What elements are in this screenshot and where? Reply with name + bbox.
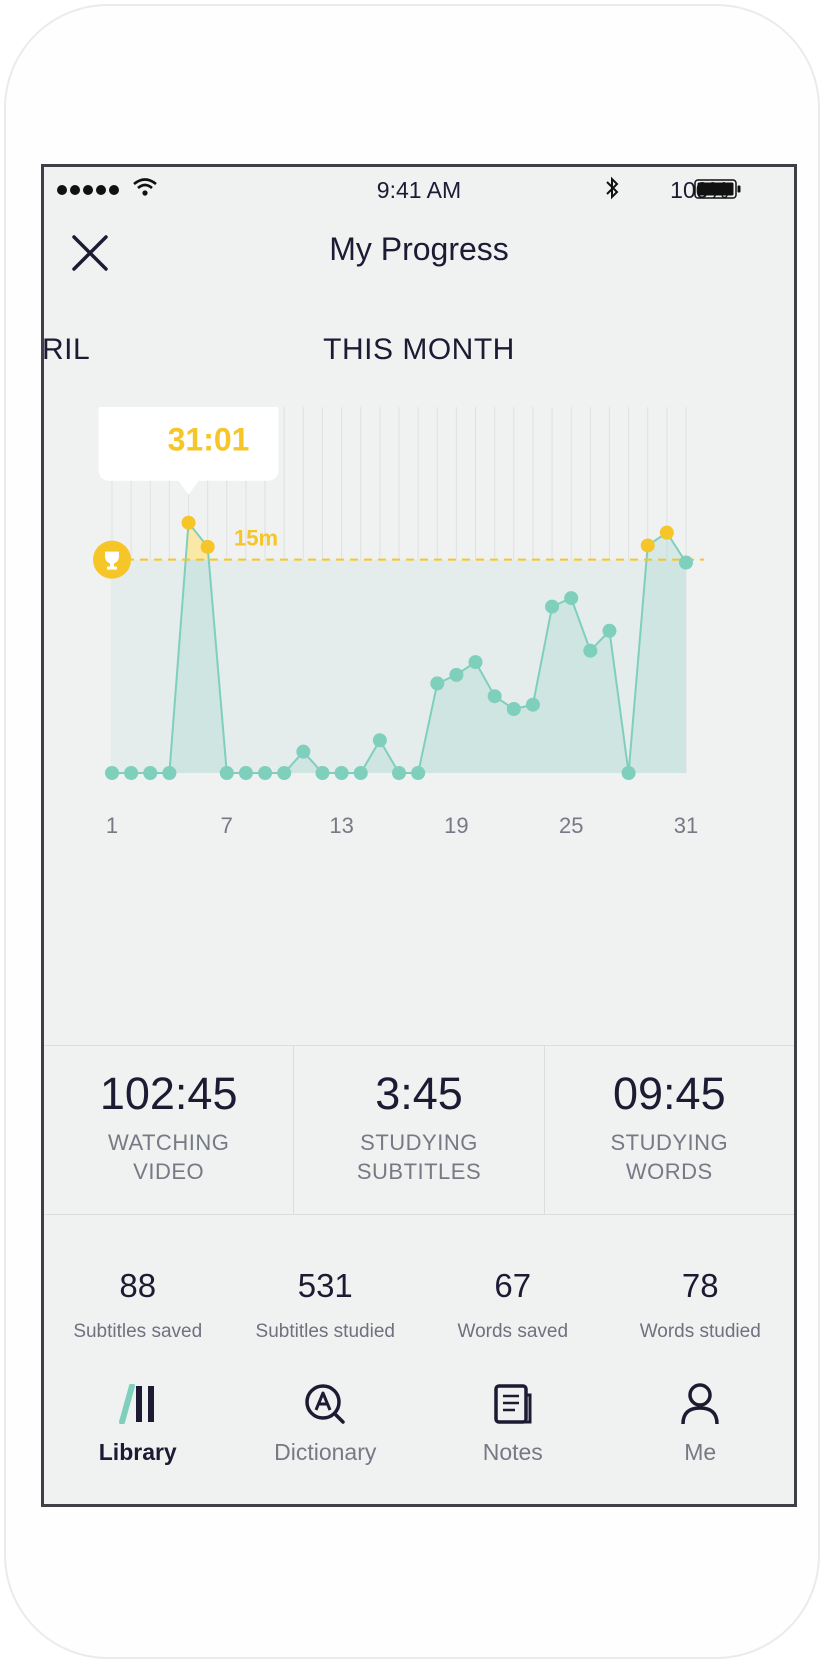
data-point bbox=[430, 676, 445, 691]
stat-label: STUDYING bbox=[360, 1130, 478, 1155]
data-point bbox=[583, 643, 598, 658]
stat-label: VIDEO bbox=[133, 1159, 205, 1184]
x-tick-label: 1 bbox=[106, 813, 118, 838]
dictionary-icon bbox=[240, 1379, 410, 1429]
stat-studying-words: 09:45 STUDYING WORDS bbox=[545, 1046, 794, 1214]
tab-label: Me bbox=[684, 1439, 717, 1465]
count-value: 531 bbox=[297, 1267, 353, 1304]
data-point bbox=[162, 766, 177, 780]
data-point bbox=[334, 766, 349, 780]
data-point bbox=[353, 766, 368, 780]
x-tick-label: 7 bbox=[221, 813, 233, 838]
data-point bbox=[621, 766, 636, 780]
progress-chart: 15m 31:01 1 7 13 19 25 31 bbox=[93, 407, 704, 838]
data-point bbox=[238, 766, 253, 780]
data-point bbox=[200, 539, 215, 554]
data-point bbox=[602, 623, 617, 638]
tab-label: Library bbox=[98, 1439, 177, 1465]
stat-label: STUDYING bbox=[610, 1130, 729, 1155]
data-point bbox=[679, 555, 693, 570]
tab-bar: Library Dictionary Notes Me bbox=[44, 1367, 794, 1487]
phone-frame: 9:41 AM 100% My Progress RIL THIS MONTH … bbox=[4, 4, 820, 1659]
count-label: Subtitles studied bbox=[255, 1321, 395, 1342]
stats-row: 102:45 WATCHING VIDEO 3:45 STUDYING SUBT… bbox=[44, 1045, 794, 1215]
data-point bbox=[640, 538, 655, 553]
stat-studying-subtitles: 3:45 STUDYING SUBTITLES bbox=[294, 1046, 545, 1214]
tab-notes[interactable]: Notes bbox=[428, 1367, 598, 1487]
count-subtitles-studied: 531 Subtitles studied bbox=[233, 1267, 418, 1343]
counts-row: 88 Subtitles saved 531 Subtitles studied… bbox=[44, 1267, 794, 1343]
data-point bbox=[506, 702, 521, 716]
tab-label: Notes bbox=[482, 1439, 543, 1465]
page-title: My Progress bbox=[329, 231, 509, 267]
data-point bbox=[392, 766, 406, 780]
tab-me[interactable]: Me bbox=[615, 1367, 785, 1487]
data-point bbox=[277, 766, 292, 780]
x-tick-label: 25 bbox=[559, 813, 583, 838]
period-current[interactable]: THIS MONTH bbox=[44, 333, 794, 367]
x-tick-label: 31 bbox=[674, 813, 698, 838]
data-point bbox=[105, 766, 119, 780]
stat-label: WATCHING bbox=[108, 1130, 230, 1155]
stat-label: SUBTITLES bbox=[356, 1159, 482, 1184]
count-value: 78 bbox=[681, 1267, 719, 1304]
data-point bbox=[258, 766, 273, 780]
stat-watching-video: 102:45 WATCHING VIDEO bbox=[44, 1046, 295, 1214]
tooltip-value: 31:01 bbox=[168, 422, 250, 458]
x-tick-label: 19 bbox=[444, 813, 468, 838]
library-icon bbox=[53, 1379, 223, 1429]
data-point bbox=[659, 525, 674, 540]
data-point bbox=[545, 599, 560, 614]
data-point bbox=[487, 689, 502, 704]
stat-value: 3:45 bbox=[375, 1068, 463, 1119]
count-value: 88 bbox=[119, 1267, 157, 1304]
count-label: Words studied bbox=[639, 1321, 761, 1342]
count-label: Subtitles saved bbox=[73, 1321, 203, 1342]
tab-dictionary[interactable]: Dictionary bbox=[240, 1367, 410, 1487]
data-point bbox=[124, 766, 139, 780]
trophy-glyph bbox=[105, 551, 119, 570]
data-point bbox=[411, 766, 426, 780]
stat-value: 102:45 bbox=[99, 1068, 238, 1119]
data-point bbox=[525, 697, 540, 712]
profile-icon bbox=[615, 1379, 785, 1429]
data-point bbox=[449, 667, 464, 682]
count-value: 67 bbox=[494, 1267, 532, 1304]
data-point bbox=[372, 733, 387, 748]
count-words-saved: 67 Words saved bbox=[420, 1267, 605, 1343]
tab-label: Dictionary bbox=[274, 1439, 377, 1465]
bluetooth-icon bbox=[604, 175, 620, 206]
app-screen: 9:41 AM 100% My Progress RIL THIS MONTH … bbox=[41, 164, 797, 1507]
data-point bbox=[296, 744, 311, 759]
data-point bbox=[468, 655, 483, 670]
x-tick-label: 13 bbox=[329, 813, 353, 838]
count-words-studied: 78 Words studied bbox=[608, 1267, 793, 1343]
battery-icon bbox=[694, 179, 742, 204]
stat-label: WORDS bbox=[625, 1159, 713, 1184]
count-subtitles-saved: 88 Subtitles saved bbox=[45, 1267, 230, 1343]
stat-value: 09:45 bbox=[613, 1068, 726, 1119]
count-label: Words saved bbox=[457, 1321, 569, 1342]
data-point bbox=[315, 766, 330, 780]
notes-icon bbox=[428, 1379, 598, 1429]
data-point bbox=[143, 766, 158, 780]
goal-label: 15m bbox=[234, 526, 278, 551]
data-point bbox=[564, 591, 579, 606]
data-point bbox=[181, 515, 196, 530]
tab-library[interactable]: Library bbox=[53, 1367, 223, 1487]
data-point bbox=[219, 766, 234, 780]
